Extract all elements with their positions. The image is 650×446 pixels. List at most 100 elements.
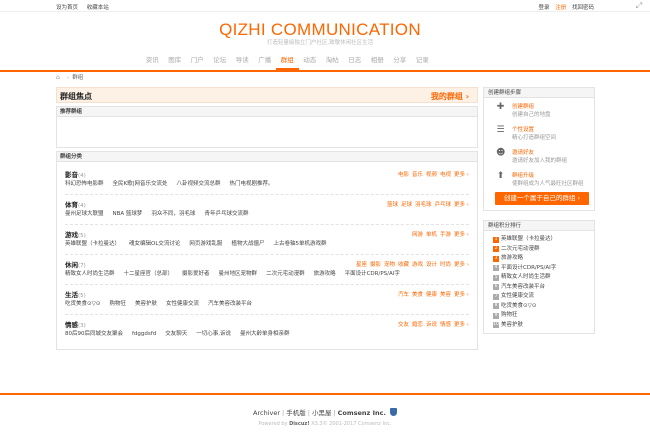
group-link[interactable]: 旅游攻略 (314, 271, 336, 277)
nav-item-broadcast[interactable]: 广播 (254, 52, 277, 68)
group-link[interactable]: 曼州足球大联盟 (65, 211, 104, 217)
category-name[interactable]: 生活(5) (65, 289, 86, 299)
subcategory-link[interactable]: 汽车 (398, 292, 409, 298)
group-link[interactable]: 摄影爱好者 (182, 271, 210, 277)
subcategory-link[interactable]: 更多 › (454, 172, 469, 178)
ranking-item[interactable]: 1 英雄联盟（卡拉曼达） (488, 235, 590, 245)
group-link[interactable]: 八卦视频交流总群 (176, 181, 220, 187)
category-name[interactable]: 情感(3) (65, 319, 86, 329)
category-name[interactable]: 影音(4) (65, 169, 86, 179)
breadcrumb-current[interactable]: 群组 (72, 75, 83, 81)
subcategory-link[interactable]: 设计 (426, 262, 437, 268)
group-link[interactable]: 全民K歌|网音乐交流处 (113, 181, 168, 187)
nav-item-album[interactable]: 相册 (366, 52, 389, 68)
subcategory-link[interactable]: 美容 (440, 292, 451, 298)
archiver-link[interactable]: Archiver (253, 409, 280, 417)
subcategory-link[interactable]: 羽毛球 (415, 202, 432, 208)
nav-item-blog[interactable]: 日志 (344, 52, 367, 68)
group-link[interactable]: 曼州地区宠物群 (219, 271, 258, 277)
subcategory-link[interactable]: 网游 (412, 232, 423, 238)
nav-item-forum[interactable]: 论坛 (209, 52, 232, 68)
nav-item-collections[interactable]: 淘帖 (321, 52, 344, 68)
subcategory-link[interactable]: 更多 › (454, 322, 469, 328)
subcategory-link[interactable]: 时尚 (440, 262, 451, 268)
group-link[interactable]: 十二星座官（总部） (124, 271, 174, 277)
subcategory-link[interactable]: 单机 (426, 232, 437, 238)
set-homepage-link[interactable]: 设为首页 (56, 5, 78, 11)
login-link[interactable]: 登录 (538, 5, 549, 11)
ranking-item[interactable]: 4 平面设计CDR/PS/AI字 (488, 264, 590, 274)
create-group-button[interactable]: 创建一个属于自己的群组 › (495, 192, 589, 205)
subcategory-link[interactable]: 婚恋 (412, 322, 423, 328)
group-link[interactable]: 二次元宅动漫群 (266, 271, 305, 277)
subcategory-link[interactable]: 星座 (356, 262, 367, 268)
subcategory-link[interactable]: 手游 (440, 232, 451, 238)
group-link[interactable]: 交友聊天 (165, 331, 187, 337)
group-link[interactable]: 美容护肤 (135, 301, 157, 307)
ranking-item[interactable]: 7 女性健康交流 (488, 292, 590, 302)
subcategory-link[interactable]: 更多 › (454, 202, 469, 208)
group-link[interactable]: 上古卷轴5单机游戏群 (273, 241, 326, 247)
nav-item-news[interactable]: 资讯 (141, 52, 164, 68)
bookmark-link[interactable]: 收藏本站 (87, 5, 109, 11)
group-link[interactable]: 青年乒乓球交流群 (204, 211, 248, 217)
ranking-item[interactable]: 5 精致女人时尚生活群 (488, 273, 590, 283)
subcategory-link[interactable]: 乒乓球 (435, 202, 452, 208)
subcategory-link[interactable]: 视频 (426, 172, 437, 178)
ranking-item[interactable]: 8 吃货美食⊙▽⊙ (488, 302, 590, 312)
group-link[interactable]: 80后90后同城交友聚会 (65, 331, 123, 337)
my-groups-link[interactable]: 我的群组 › (431, 91, 469, 102)
ranking-item[interactable]: 3 旅游攻略 (488, 254, 590, 264)
site-logo[interactable]: QIZHI COMMUNICATION (0, 20, 640, 40)
blacklist-link[interactable]: 小黑屋 (312, 409, 332, 417)
expand-icon[interactable]: ⤢ (634, 1, 644, 11)
group-link[interactable]: 平面设计CDR/PS/AI字 (345, 271, 400, 277)
register-link[interactable]: 注册 (555, 5, 566, 11)
nav-item-guide[interactable]: 导读 (231, 52, 254, 68)
subcategory-link[interactable]: 更多 › (454, 292, 469, 298)
subcategory-link[interactable]: 更多 › (454, 262, 469, 268)
subcategory-link[interactable]: 收藏 (398, 262, 409, 268)
subcategory-link[interactable]: 宠物 (384, 262, 395, 268)
group-link[interactable]: NBA 篮球梦 (113, 211, 143, 217)
comsenz-link[interactable]: Comsenz Inc. (338, 409, 386, 417)
step-title[interactable]: 创建群组 (512, 102, 534, 110)
security-shield-icon[interactable] (389, 408, 397, 416)
subcategory-link[interactable]: 足球 (401, 202, 412, 208)
group-link[interactable]: 网页游戏乱服 (189, 241, 222, 247)
nav-item-gallery[interactable]: 图库 (164, 52, 187, 68)
group-link[interactable]: 羽众不同，羽毛球 (151, 211, 195, 217)
recover-password-link[interactable]: 找回密码 (572, 5, 594, 11)
group-link[interactable]: 一切心事,诉说 (196, 331, 231, 337)
nav-item-share[interactable]: 分享 (389, 52, 412, 68)
nav-item-record[interactable]: 记录 (411, 52, 434, 68)
ranking-item[interactable]: 9 购物狂 (488, 311, 590, 321)
subcategory-link[interactable]: 电影 (398, 172, 409, 178)
nav-item-groups[interactable]: 群组 (276, 52, 299, 70)
subcategory-link[interactable]: 篮球 (387, 202, 398, 208)
subcategory-link[interactable]: 健康 (426, 292, 437, 298)
subcategory-link[interactable]: 情感 (440, 322, 451, 328)
category-name[interactable]: 休闲(7) (65, 259, 86, 269)
nav-item-portal[interactable]: 门户 (186, 52, 209, 68)
step-title[interactable]: 个性设置 (512, 125, 534, 133)
subcategory-link[interactable]: 交友 (398, 322, 409, 328)
group-link[interactable]: 购物狂 (109, 301, 126, 307)
group-link[interactable]: fdggdsfd (132, 331, 156, 337)
group-link[interactable]: 精致女人时尚生活群 (65, 271, 115, 277)
group-link[interactable]: 女性健康交流 (166, 301, 199, 307)
subcategory-link[interactable]: 电视 (440, 172, 451, 178)
subcategory-link[interactable]: 诉说 (426, 322, 437, 328)
subcategory-link[interactable]: 美食 (412, 292, 423, 298)
ranking-item[interactable]: 2 二次元宅动漫群 (488, 245, 590, 255)
step-title[interactable]: 邀请好友 (512, 148, 534, 156)
group-link[interactable]: 魂女编辑OL交流讨论 (129, 241, 180, 247)
group-link[interactable]: 汽车美容改装平台 (208, 301, 252, 307)
subcategory-link[interactable]: 更多 › (454, 232, 469, 238)
subcategory-link[interactable]: 摄影 (370, 262, 381, 268)
group-link[interactable]: 英雄联盟（卡拉曼达） (65, 241, 120, 247)
subcategory-link[interactable]: 游戏 (412, 262, 423, 268)
group-link[interactable]: 热门电视剧推荐。 (230, 181, 274, 187)
group-link[interactable]: 吃货美食⊙▽⊙ (65, 301, 100, 307)
group-link[interactable]: 科幻恐怖电影群 (65, 181, 104, 187)
